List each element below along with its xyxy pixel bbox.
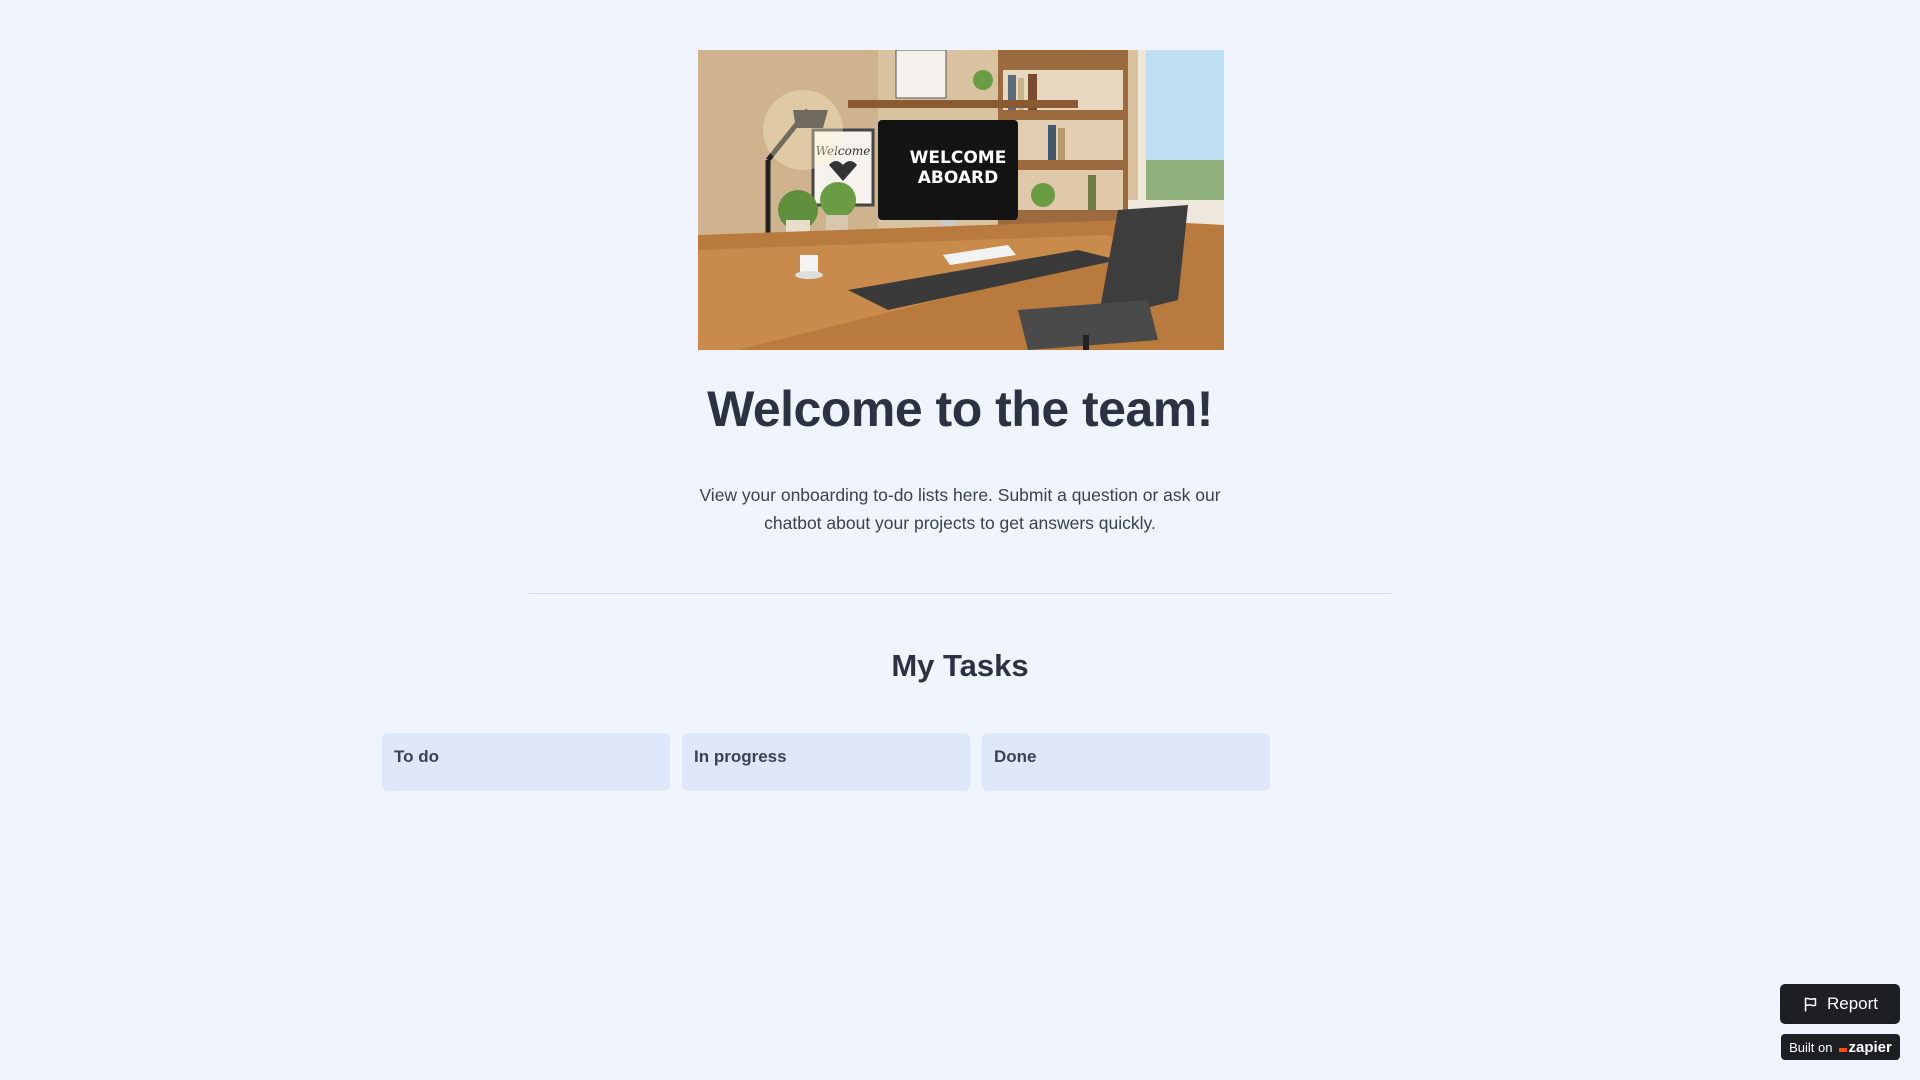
column-label: Done (994, 747, 1037, 766)
built-on-zapier-badge[interactable]: Built on zapier (1781, 1034, 1900, 1060)
task-columns: To do In progress Done (382, 733, 1270, 791)
my-tasks-title: My Tasks (891, 648, 1029, 683)
flag-icon (1804, 996, 1817, 1012)
column-done[interactable]: Done (982, 733, 1270, 791)
column-to-do[interactable]: To do (382, 733, 670, 791)
zapier-wordmark: zapier (1848, 1038, 1892, 1056)
divider (529, 593, 1391, 594)
hero-image: Welcome WELCOME ABOARD (698, 50, 1224, 350)
report-label: Report (1826, 994, 1879, 1013)
column-label: In progress (694, 747, 787, 766)
monitor-text-2: ABOARD (918, 168, 998, 188)
report-button[interactable]: Report (1780, 984, 1900, 1024)
column-label: To do (394, 747, 439, 766)
column-in-progress[interactable]: In progress (682, 733, 970, 791)
page-subtitle: View your onboarding to-do lists here. S… (699, 485, 1221, 533)
built-on-label: Built on (1789, 1039, 1833, 1055)
zapier-logo: zapier (1838, 1038, 1892, 1056)
zapier-mark-icon (1838, 1048, 1847, 1052)
page-title: Welcome to the team! (707, 381, 1213, 437)
page: Welcome WELCOME ABOARD Welcome to the te… (0, 0, 1920, 1080)
monitor-text-1: WELCOME (910, 148, 1007, 168)
